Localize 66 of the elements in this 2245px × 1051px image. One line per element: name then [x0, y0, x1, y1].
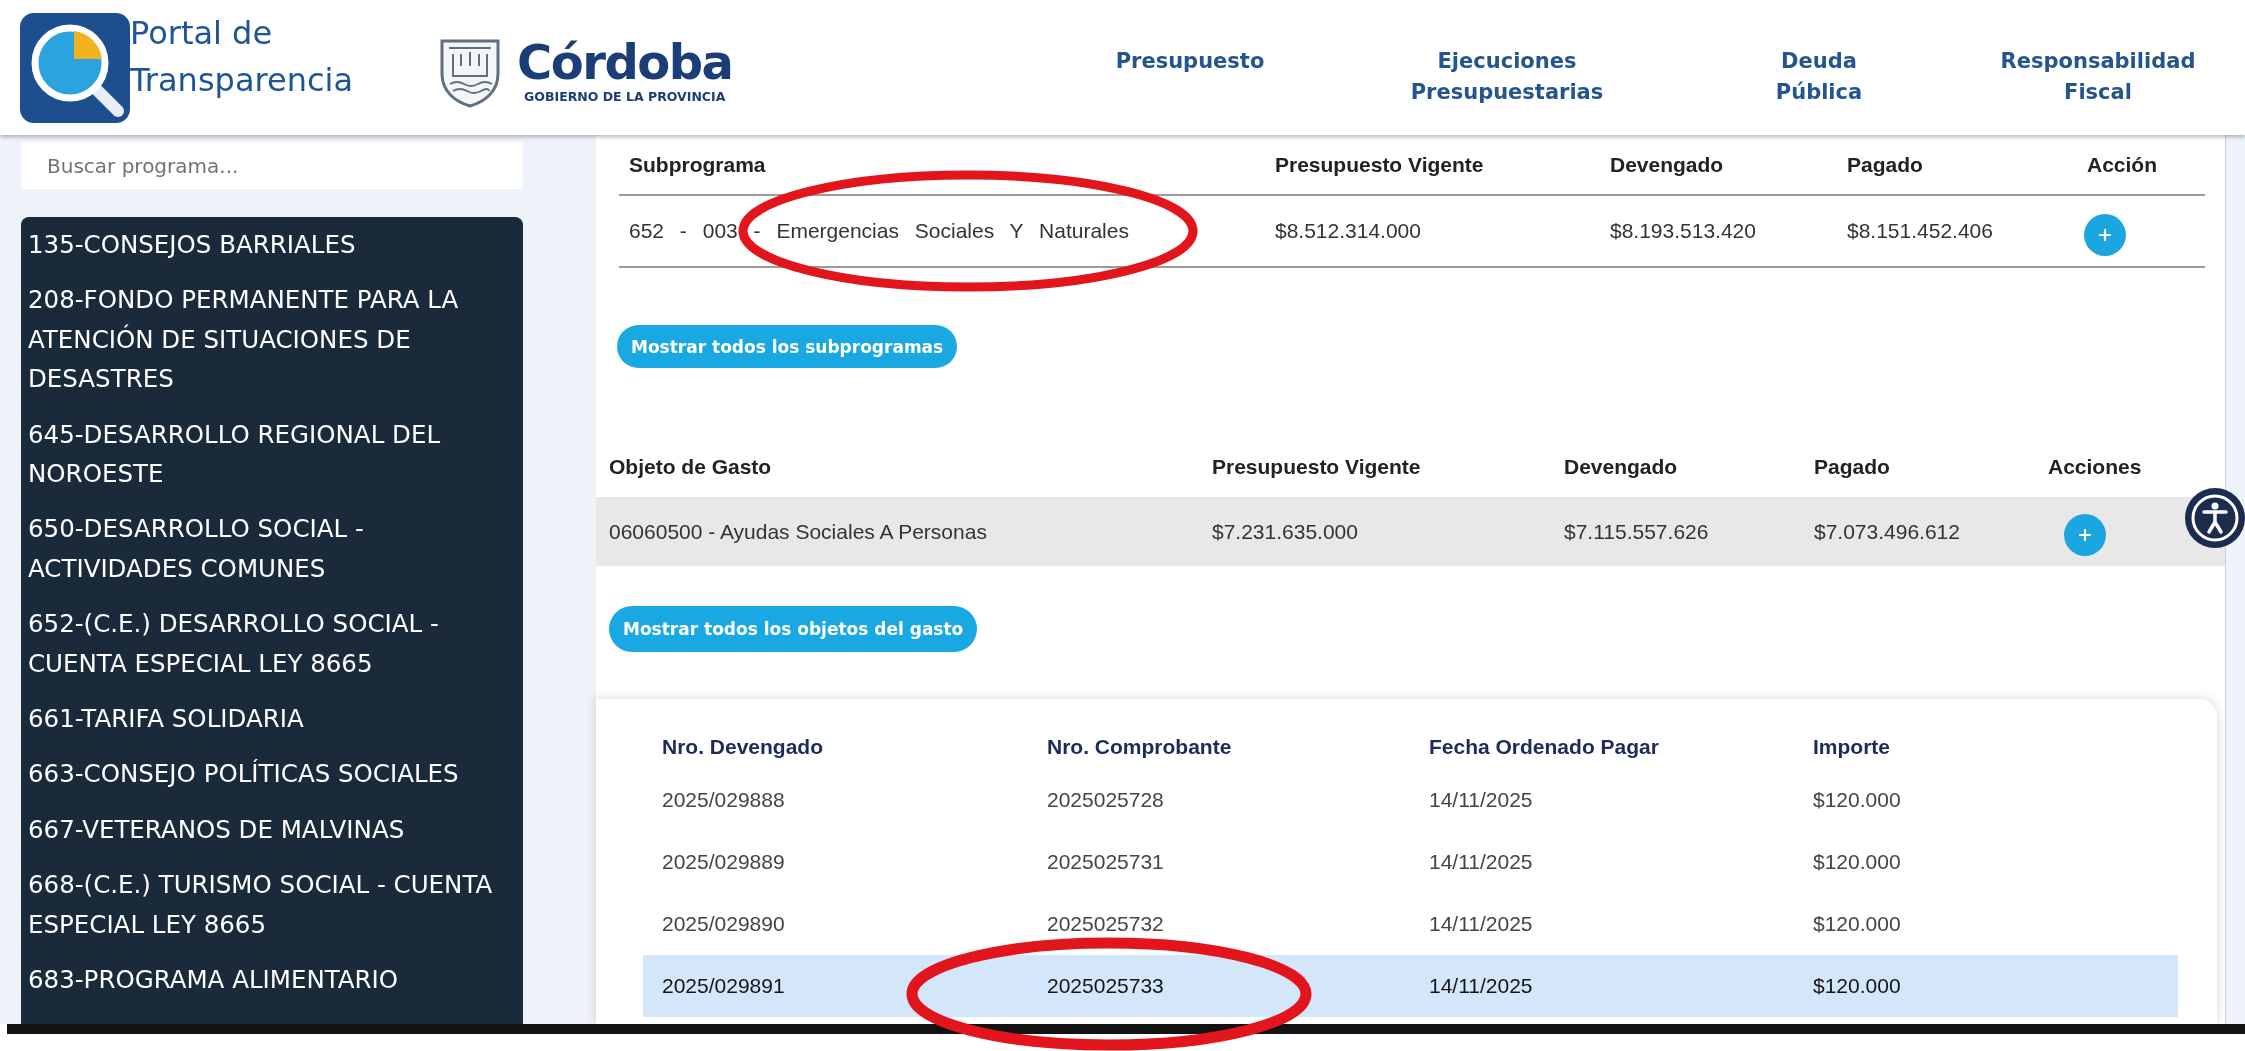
table-cell-text: $120.000: [1812, 788, 1902, 812]
table-cell-text: $7.115.557.626: [1563, 519, 1710, 544]
table-cell-text: $8.193.513.420: [1609, 219, 1757, 243]
portal-title: Portal de Transparencia: [130, 13, 354, 101]
plus-icon: [2079, 528, 2091, 541]
table-cell-text: 2025025731: [1046, 850, 1165, 874]
table-cell-text: $120.000: [1812, 912, 1902, 936]
sidebar-item[interactable]: 645-DESARROLLO REGIONAL DEL NOROESTE: [28, 406, 516, 502]
sidebar-item[interactable]: 650-DESARROLLO SOCIAL - ACTIVIDADES COMUNES: [28, 501, 516, 597]
table-cell-text: 2025/029891: [661, 974, 786, 998]
column-header: Acciones: [2047, 454, 2143, 479]
table-cell-text: $7.231.635.000: [1211, 519, 1359, 544]
sidebar-item[interactable]: 663-CONSEJO POLÍTICAS SOCIALES: [28, 746, 516, 802]
column-header: Nro. Comprobante: [1046, 735, 1233, 759]
column-header: Acción: [2086, 152, 2158, 177]
table-cell-text: 2025/029890: [661, 912, 786, 936]
table-row[interactable]: 2025/029888 2025025728 14/11/2025 $120.000: [643, 769, 2178, 831]
column-header: Objeto de Gasto: [608, 454, 773, 479]
table-cell-text: 2025025732: [1046, 912, 1165, 936]
table-cell-text: $120.000: [1812, 850, 1902, 874]
sidebar-item[interactable]: 652-(C.E.) DESARROLLO SOCIAL - CUENTA ESPECIAL LEY 8665: [28, 596, 516, 692]
column-header: Fecha Ordenado Pagar: [1428, 735, 1660, 759]
sidebar-item[interactable]: 208-FONDO PERMANENTE PARA LA ATENCIÓN DE SITUACIONES DE DESASTRES: [28, 272, 516, 407]
table-cell-text: 06060500 - Ayudas Sociales A Personas: [608, 519, 988, 544]
table-cell-text: 2025025733: [1046, 974, 1165, 998]
column-header: Presupuesto Vigente: [1274, 152, 1485, 177]
table-cell-text: 2025/029888: [661, 788, 786, 812]
table-cell-text: 2025025728: [1046, 788, 1165, 812]
sidebar-item[interactable]: 668-(C.E.) TURISMO SOCIAL - CUENTA ESPECIAL LEY 8665: [28, 857, 516, 953]
table-row[interactable]: 2025/029889 2025025731 14/11/2025 $120.000: [643, 831, 2178, 893]
search-field[interactable]: Buscar programa...: [21, 142, 523, 189]
column-header: Presupuesto Vigente: [1211, 454, 1422, 479]
table-cell-text: 2025/029889: [661, 850, 786, 874]
table-cell-text: $8.151.452.406: [1846, 219, 1994, 243]
nav-link[interactable]: Responsabilidad Fiscal: [2000, 46, 2196, 108]
sidebar-item[interactable]: 661-TARIFA SOLIDARIA: [28, 691, 516, 747]
table-row[interactable]: 2025/029891 2025025733 14/11/2025 $120.000: [643, 955, 2178, 1017]
sidebar-item[interactable]: 135-CONSEJOS BARRIALES: [28, 217, 516, 273]
table-cell-text: 14/11/2025: [1428, 850, 1534, 874]
brand-subtitle: GOBIERNO DE LA PROVINCIA: [524, 90, 726, 104]
column-header: Devengado: [1609, 152, 1725, 177]
sidebar-item[interactable]: 683-PROGRAMA ALIMENTARIO: [28, 952, 516, 1008]
add-button[interactable]: [2084, 214, 2126, 256]
brand-name: Córdoba: [517, 36, 733, 88]
add-button[interactable]: [2064, 513, 2106, 556]
table-cell-text: 14/11/2025: [1428, 788, 1534, 812]
table-cell-text: 14/11/2025: [1428, 974, 1534, 998]
table-cell-text: 652 - 003 - Emergencias Sociales Y Naturales: [628, 219, 1130, 243]
accessibility-icon[interactable]: [2184, 487, 2245, 549]
table-cell-text: 14/11/2025: [1428, 912, 1534, 936]
column-header: Importe: [1812, 735, 1891, 759]
column-header: Subprograma: [628, 152, 767, 177]
plus-icon: [2099, 229, 2111, 241]
column-header: Pagado: [1813, 454, 1891, 479]
table-cell-text: $120.000: [1812, 974, 1902, 998]
magnifier-chart-logo-icon: [20, 13, 130, 123]
column-header: Devengado: [1563, 454, 1679, 479]
table-cell-text: $7.073.496.612: [1813, 519, 1961, 544]
sidebar-item[interactable]: 667-VETERANOS DE MALVINAS: [28, 801, 516, 858]
column-header: Pagado: [1846, 152, 1924, 177]
table-row[interactable]: 2025/029890 2025025732 14/11/2025 $120.000: [643, 893, 2178, 955]
table-cell-text: $8.512.314.000: [1274, 219, 1422, 243]
nav-link[interactable]: Ejecuciones Presupuestarias: [1410, 46, 1604, 108]
nav-link[interactable]: Presupuesto: [1115, 46, 1265, 108]
column-header: Nro. Devengado: [661, 735, 825, 759]
nav-link[interactable]: Deuda Pública: [1775, 46, 1863, 108]
